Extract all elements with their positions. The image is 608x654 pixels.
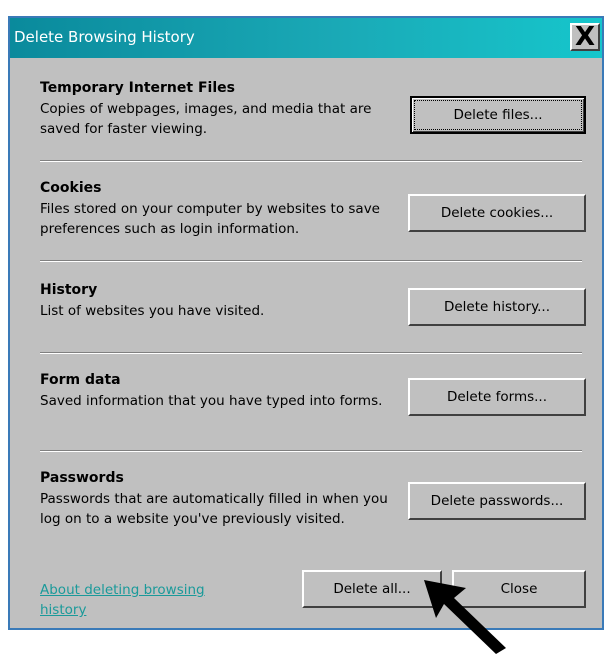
section-description: Copies of webpages, images, and media th…	[40, 101, 372, 137]
window-title: Delete Browsing History	[14, 28, 195, 46]
delete-files-button[interactable]: Delete files...	[410, 96, 586, 134]
section-description: Files stored on your computer by website…	[40, 201, 380, 237]
delete-browsing-history-dialog: Delete Browsing History X Temporary Inte…	[8, 16, 604, 630]
about-deleting-history-link[interactable]: About deleting browsing history	[40, 580, 240, 620]
section-description: Passwords that are automatically filled …	[40, 491, 388, 527]
separator	[40, 352, 582, 354]
close-window-button[interactable]: X	[570, 23, 600, 51]
delete-cookies-button[interactable]: Delete cookies...	[408, 194, 586, 232]
separator	[40, 160, 582, 162]
separator	[40, 450, 582, 452]
delete-passwords-button[interactable]: Delete passwords...	[408, 482, 586, 520]
title-bar: Delete Browsing History X	[10, 18, 602, 58]
arrow-pointer-icon	[424, 580, 506, 654]
close-icon: X	[574, 22, 596, 52]
section-description: List of websites you have visited.	[40, 303, 265, 319]
section-title: Temporary Internet Files	[40, 80, 235, 96]
delete-history-button[interactable]: Delete history...	[408, 288, 586, 326]
separator	[40, 260, 582, 262]
section-description: Saved information that you have typed in…	[40, 393, 383, 409]
delete-forms-button[interactable]: Delete forms...	[408, 378, 586, 416]
